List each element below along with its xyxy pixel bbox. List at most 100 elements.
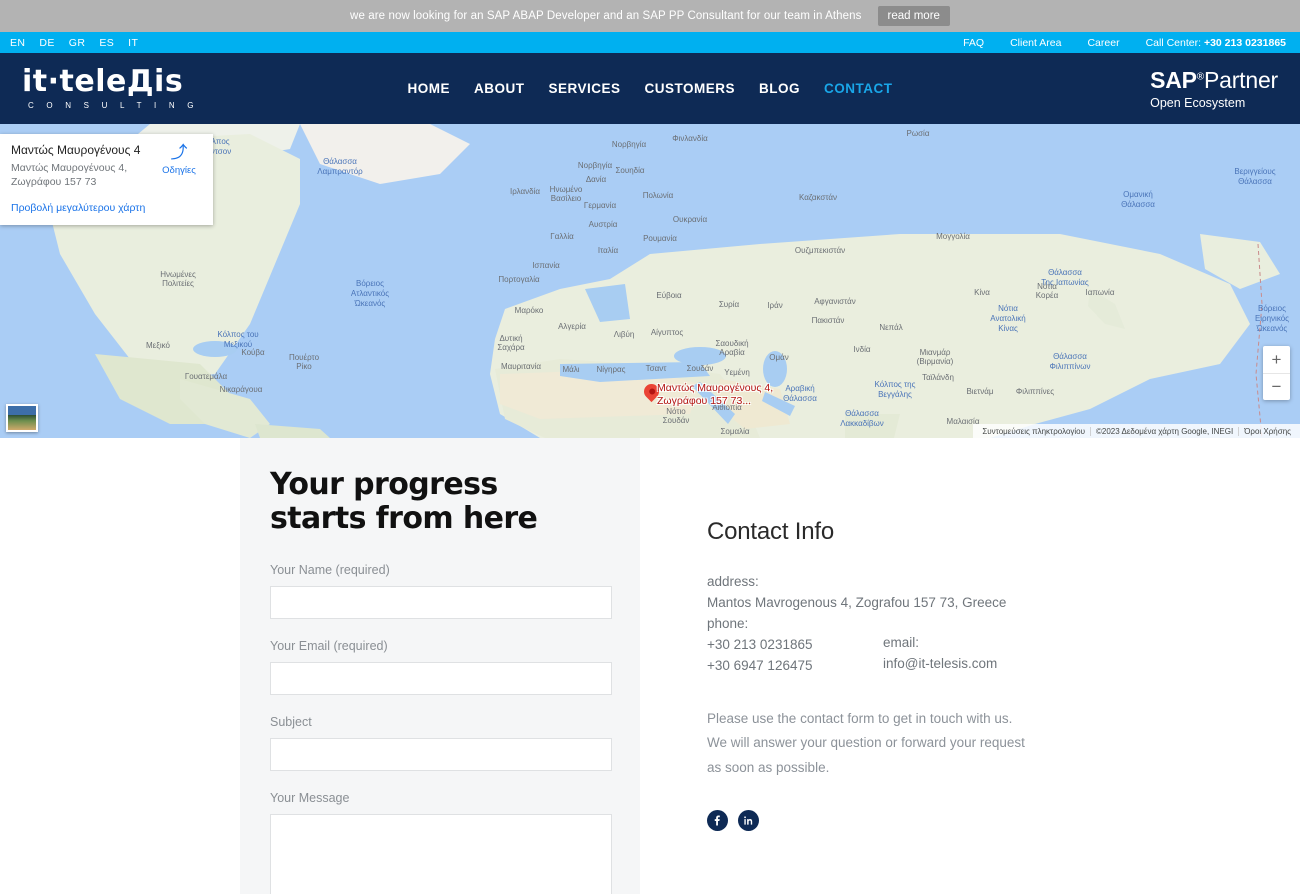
contact-note-line2: We will answer your question or forward … <box>707 735 1025 775</box>
map-country-label: Φιλιππίνες <box>1015 387 1055 396</box>
map-card-address: Μαντώς Μαυρογένους 4, Ζωγράφου 157 73 <box>11 162 128 189</box>
map-ocean-label: Βόρειος Ειρηνικός Ώκεανός <box>1254 304 1290 333</box>
page-content: Your progress starts from here Your Name… <box>0 438 1300 894</box>
subject-input[interactable] <box>270 738 612 772</box>
contact-note-line1: Please use the contact form to get in to… <box>707 710 1013 726</box>
map-ocean-label: Θάλασσα Φιλιππίνων <box>1049 352 1091 371</box>
client-area-link[interactable]: Client Area <box>1010 37 1061 49</box>
google-map[interactable]: Βόρειος Ατλαντικός Ώκεανός Θάλασσα Λαμπρα… <box>0 124 1300 438</box>
directions-label: Οδηγίες <box>162 165 196 176</box>
phone-email-columns: phone: +30 213 0231865 +30 6947 126475 e… <box>707 614 1127 677</box>
email-input[interactable] <box>270 662 612 696</box>
lang-de[interactable]: DE <box>39 37 54 49</box>
map-country-label: Μογγολία <box>936 232 970 241</box>
map-country-label: Νεπάλ <box>879 323 903 332</box>
map-country-label: Σομαλία <box>720 427 750 436</box>
nav-item-customers[interactable]: CUSTOMERS <box>645 81 736 96</box>
map-country-label: Νορβηγία <box>611 140 647 149</box>
linkedin-glyph <box>744 816 753 825</box>
nav-item-home[interactable]: HOME <box>407 81 450 96</box>
map-country-label: Υεμένη <box>724 368 750 377</box>
map-country-label: Δανία <box>585 175 607 184</box>
map-country-label: Ταϊλάνδη <box>922 373 954 382</box>
map-ocean-label: Βεριγγείους Θάλασσα <box>1234 167 1276 186</box>
map-ocean-label: Θάλασσα Λακκαδίβων <box>840 409 884 428</box>
zoom-in-button[interactable]: + <box>1263 346 1290 373</box>
sap-partner-top: SAP®Partner <box>1150 67 1278 93</box>
map-country-label: Πορτογαλία <box>498 275 540 284</box>
phone-label: phone: <box>707 615 749 631</box>
main-navigation: HOME ABOUT SERVICES CUSTOMERS BLOG CONTA… <box>407 81 892 96</box>
keyboard-shortcuts-link[interactable]: Συντομεύσεις πληκτρολογίου <box>977 427 1090 436</box>
linkedin-icon[interactable] <box>738 810 759 832</box>
map-country-label: Μαρόκο <box>514 306 544 315</box>
name-input[interactable] <box>270 586 612 620</box>
address-label: address: <box>707 574 759 589</box>
address-value: Mantos Mavrogenous 4, Zografou 157 73, G… <box>707 594 1007 610</box>
logo[interactable]: it·teleДis C O N S U L T I N G <box>22 67 199 110</box>
map-marker-label: Μαντώς Μαυρογένους 4, Ζωγράφου 157 73... <box>657 382 774 407</box>
faq-link[interactable]: FAQ <box>963 37 984 49</box>
facebook-glyph <box>714 815 720 826</box>
map-ocean-label: Βόρειος Ατλαντικός Ώκεανός <box>350 279 390 308</box>
terms-of-use-link[interactable]: Όροι Χρήσης <box>1238 426 1296 436</box>
map-country-label: Αυστρία <box>588 220 618 229</box>
subject-field-label: Subject <box>270 715 312 730</box>
map-country-label: Σουηδία <box>615 166 645 175</box>
site-header: it·teleДis C O N S U L T I N G HOME ABOU… <box>0 53 1300 124</box>
sap-partner-logo: SAP®Partner Open Ecosystem <box>1150 67 1278 110</box>
map-country-label: Ρωσία <box>906 129 930 138</box>
map-country-label: Μεξικό <box>146 341 170 350</box>
map-directions-button[interactable]: ⤴ Οδηγίες <box>156 144 202 176</box>
utility-links: FAQ Client Area Career Call Center: +30 … <box>963 37 1290 49</box>
facebook-icon[interactable] <box>707 810 728 832</box>
read-more-button[interactable]: read more <box>877 6 950 26</box>
map-country-label: Ινδία <box>853 345 871 354</box>
map-data-copyright: ©2023 Δεδομένα χάρτη Google, INEGI <box>1090 426 1238 436</box>
map-country-label: Αίγυπτος <box>650 328 684 337</box>
map-marker[interactable]: Μαντώς Μαυρογένους 4, Ζωγράφου 157 73... <box>640 380 773 407</box>
lang-en[interactable]: EN <box>10 37 25 49</box>
message-field-label: Your Message <box>270 791 350 806</box>
map-country-label: Ουκρανία <box>672 215 708 224</box>
utility-bar: EN DE GR ES IT FAQ Client Area Career Ca… <box>0 32 1300 53</box>
nav-item-blog[interactable]: BLOG <box>759 81 800 96</box>
lang-gr[interactable]: GR <box>69 37 86 49</box>
email-label: email: <box>883 634 920 650</box>
map-view-larger-link[interactable]: Προβολή μεγαλύτερου χάρτη <box>11 202 202 214</box>
sap-brand: SAP <box>1150 67 1197 94</box>
email-value[interactable]: info@it-telesis.com <box>883 654 997 675</box>
map-country-label: Ιταλία <box>597 246 619 255</box>
name-field-label: Your Name (required) <box>270 563 390 578</box>
map-country-label: Πουέρτο Ρίκο <box>288 353 320 371</box>
email-column: email: info@it-telesis.com <box>883 614 997 677</box>
map-zoom-controls: + − <box>1263 346 1290 400</box>
map-country-label: Ιαπωνία <box>1085 288 1115 297</box>
nav-item-contact[interactable]: CONTACT <box>824 81 893 96</box>
lang-it[interactable]: IT <box>128 37 138 49</box>
phone-value-2[interactable]: +30 6947 126475 <box>707 656 883 677</box>
phone-value-1[interactable]: +30 213 0231865 <box>707 635 883 656</box>
lang-es[interactable]: ES <box>99 37 114 49</box>
zoom-out-button[interactable]: − <box>1263 373 1290 400</box>
map-country-label: Δυτική Σαχάρα <box>497 334 525 352</box>
map-ocean-label: Ομανική Θάλασσα <box>1121 190 1155 209</box>
map-ocean-label: Κόλπος του Μεξικού <box>217 330 259 349</box>
map-country-label: Γουατεμάλα <box>184 372 228 381</box>
map-country-label: Νικαράγουα <box>219 385 263 394</box>
map-info-card[interactable]: Μαντώς Μαυρογένους 4 Μαντώς Μαυρογένους … <box>0 134 213 226</box>
message-textarea[interactable] <box>270 814 612 894</box>
call-center[interactable]: Call Center: +30 213 0231865 <box>1146 37 1286 49</box>
map-country-label: Ιράν <box>767 301 783 310</box>
nav-item-services[interactable]: SERVICES <box>548 81 620 96</box>
map-country-label: Ρουμανία <box>643 234 677 243</box>
social-links <box>707 810 1127 832</box>
career-link[interactable]: Career <box>1087 37 1119 49</box>
map-country-label: Ομάν <box>769 353 789 362</box>
language-switcher: EN DE GR ES IT <box>10 37 138 49</box>
form-heading: Your progress starts from here <box>270 468 610 535</box>
map-ocean-label: Θάλασσα Λαμπραντόρ <box>317 157 363 176</box>
email-field-label: Your Email (required) <box>270 639 388 654</box>
nav-item-about[interactable]: ABOUT <box>474 81 525 96</box>
satellite-view-toggle[interactable] <box>6 404 38 432</box>
